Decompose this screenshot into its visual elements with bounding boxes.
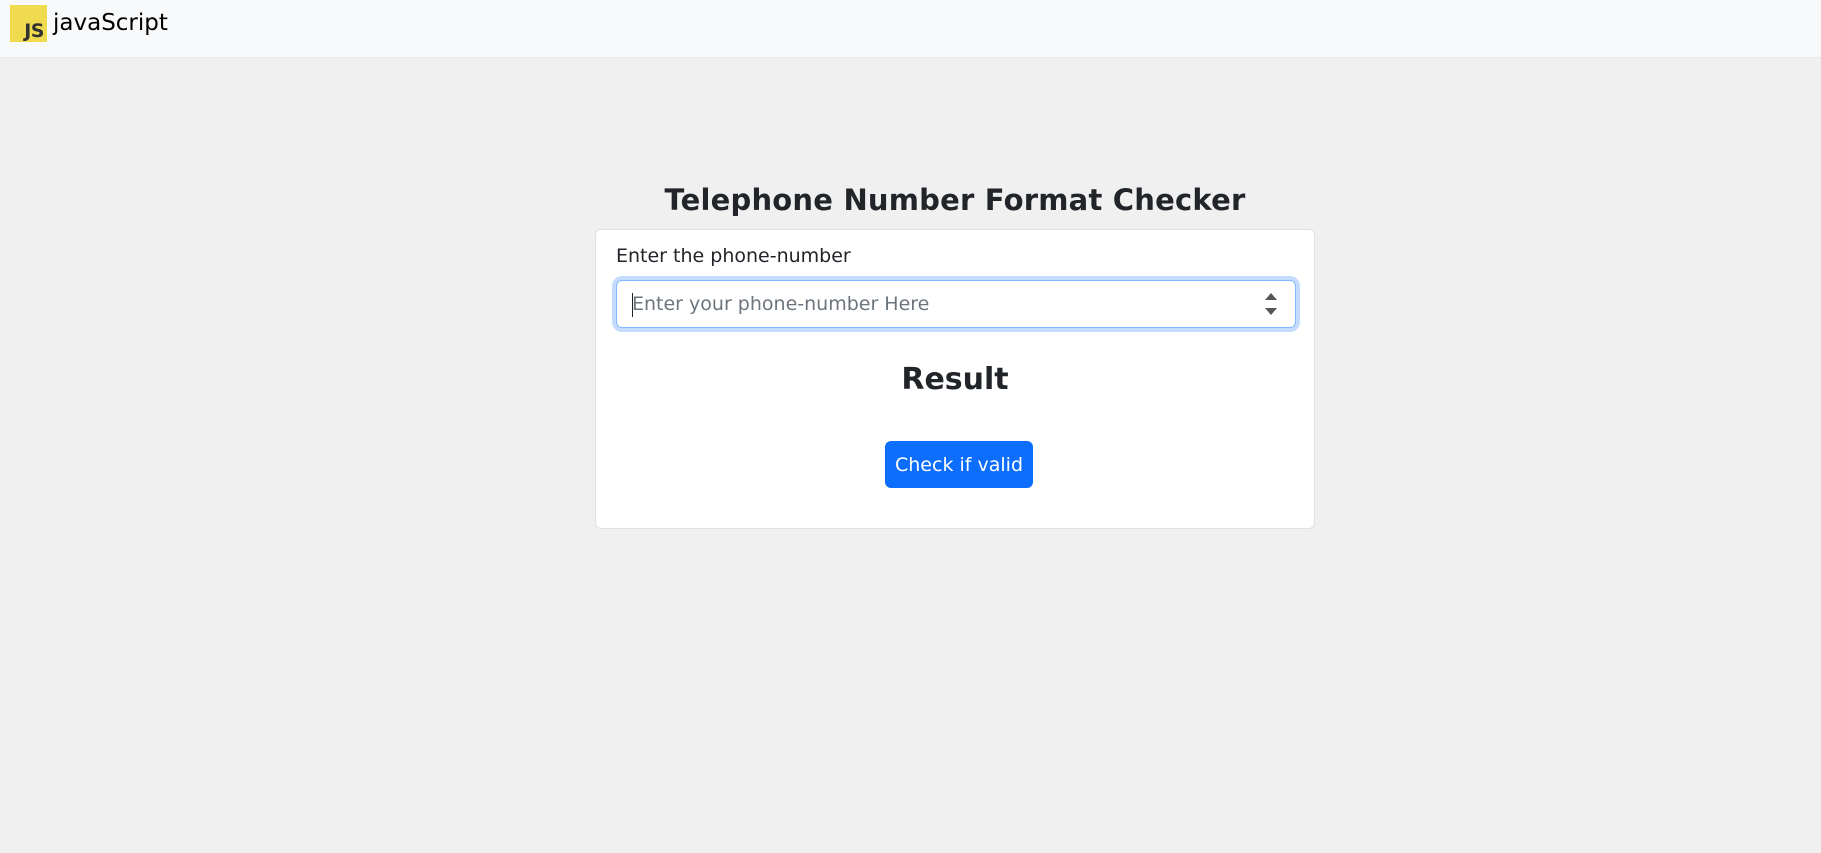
- phone-number-label: Enter the phone-number: [616, 245, 851, 267]
- page-title: Telephone Number Format Checker: [664, 183, 1246, 217]
- javascript-logo-icon: JS: [10, 5, 47, 42]
- brand-name: javaScript: [53, 10, 168, 36]
- navbar: JS javaScript: [0, 0, 1821, 58]
- brand-link[interactable]: JS javaScript: [10, 5, 168, 42]
- spinner-down-arrow-icon[interactable]: [1265, 308, 1277, 315]
- result-heading: Result: [901, 362, 1009, 397]
- number-spinner-icon[interactable]: [1265, 291, 1279, 317]
- spinner-up-arrow-icon[interactable]: [1265, 293, 1277, 300]
- check-if-valid-button[interactable]: Check if valid: [885, 441, 1033, 488]
- text-cursor: [632, 293, 633, 317]
- checker-card: Enter the phone-number Result Check if v…: [595, 229, 1315, 529]
- phone-number-input-wrapper[interactable]: [616, 280, 1296, 328]
- logo-text: JS: [24, 20, 44, 42]
- phone-number-input[interactable]: [617, 281, 1237, 327]
